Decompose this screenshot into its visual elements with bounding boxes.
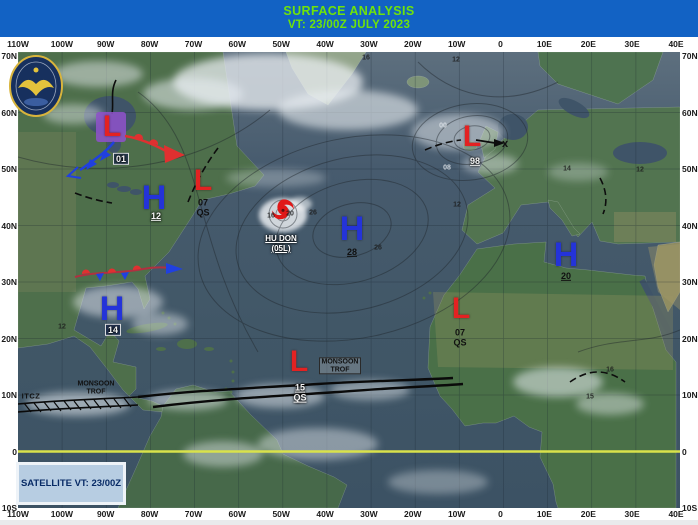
lat-tick-right: 30N bbox=[682, 277, 698, 287]
lon-tick-bottom: 40W bbox=[316, 509, 333, 519]
lat-tick-right: 20N bbox=[682, 334, 698, 344]
lon-tick-bottom: 20W bbox=[404, 509, 421, 519]
lon-tick-top: 20W bbox=[404, 39, 421, 49]
lon-tick-bottom: 10E bbox=[537, 509, 552, 519]
lat-tick-right: 10S bbox=[682, 503, 697, 513]
lon-tick-top: 30E bbox=[625, 39, 640, 49]
lat-tick-right: 70N bbox=[682, 51, 698, 61]
lon-tick-bottom: 10W bbox=[448, 509, 465, 519]
satellite-vt-label: SATELLITE VT: 23/00Z bbox=[21, 478, 121, 489]
lon-tick-top: 70W bbox=[185, 39, 202, 49]
lon-tick-top: 40W bbox=[316, 39, 333, 49]
lon-tick-top: 20E bbox=[581, 39, 596, 49]
lat-tick-right: 10N bbox=[682, 390, 698, 400]
fleet-weather-center-logo bbox=[8, 54, 64, 118]
bottom-strip bbox=[0, 520, 698, 525]
lat-tick-left: 10S bbox=[2, 503, 17, 513]
header-banner: SURFACE ANALYSIS VT: 23/00Z JULY 2023 bbox=[0, 0, 698, 37]
lon-tick-top: 60W bbox=[229, 39, 246, 49]
lat-tick-right: 0 bbox=[682, 447, 687, 457]
lon-tick-bottom: 90W bbox=[97, 509, 114, 519]
lon-tick-bottom: 50W bbox=[272, 509, 289, 519]
lon-tick-bottom: 60W bbox=[229, 509, 246, 519]
lon-tick-bottom: 70W bbox=[185, 509, 202, 519]
lon-tick-bottom: 80W bbox=[141, 509, 158, 519]
lat-tick-left: 20N bbox=[1, 334, 17, 344]
black-sea bbox=[613, 142, 667, 164]
lon-tick-bottom: 0 bbox=[498, 509, 503, 519]
lat-tick-right: 40N bbox=[682, 221, 698, 231]
lon-tick-bottom: 30E bbox=[625, 509, 640, 519]
lat-tick-left: 10N bbox=[1, 390, 17, 400]
lat-tick-left: 40N bbox=[1, 221, 17, 231]
lon-tick-bottom: 20E bbox=[581, 509, 596, 519]
satellite-analysis-map bbox=[18, 52, 680, 508]
surface-analysis-screenshot: SURFACE ANALYSIS VT: 23/00Z JULY 2023 bbox=[0, 0, 698, 525]
valid-time-subtitle: VT: 23/00Z JULY 2023 bbox=[288, 19, 410, 33]
lon-tick-bottom: 100W bbox=[51, 509, 73, 519]
lat-tick-left: 30N bbox=[1, 277, 17, 287]
lon-tick-top: 110W bbox=[7, 39, 29, 49]
satellite-vt-box: SATELLITE VT: 23/00Z bbox=[16, 462, 126, 505]
lat-tick-right: 50N bbox=[682, 164, 698, 174]
purple-highlight-box bbox=[96, 112, 126, 142]
lon-tick-top: 30W bbox=[360, 39, 377, 49]
lat-tick-left: 50N bbox=[1, 164, 17, 174]
lat-tick-right: 60N bbox=[682, 108, 698, 118]
lon-tick-top: 10E bbox=[537, 39, 552, 49]
iceland bbox=[407, 76, 429, 88]
lon-tick-top: 50W bbox=[272, 39, 289, 49]
lon-tick-top: 0 bbox=[498, 39, 503, 49]
lon-tick-bottom: 30W bbox=[360, 509, 377, 519]
lat-tick-left: 0 bbox=[12, 447, 17, 457]
lon-tick-top: 80W bbox=[141, 39, 158, 49]
lon-tick-top: 100W bbox=[51, 39, 73, 49]
lon-tick-top: 40E bbox=[668, 39, 683, 49]
lon-tick-top: 90W bbox=[97, 39, 114, 49]
map-graphics bbox=[18, 52, 680, 508]
page-title: SURFACE ANALYSIS bbox=[283, 4, 414, 20]
lon-tick-top: 10W bbox=[448, 39, 465, 49]
